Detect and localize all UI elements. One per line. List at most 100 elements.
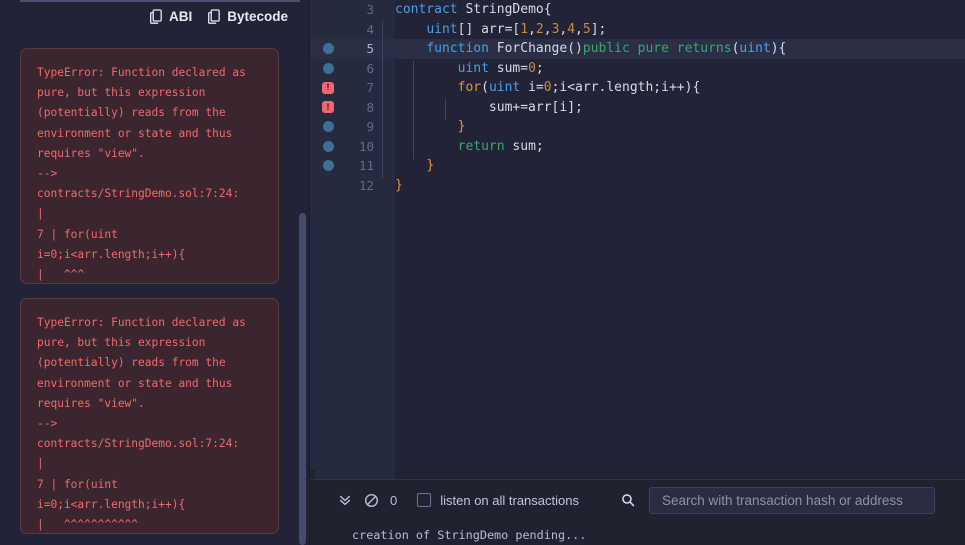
- copy-bytecode-button[interactable]: Bytecode: [208, 9, 288, 24]
- code-line[interactable]: 4 uint[] arr=[1,2,3,4,5];: [310, 20, 965, 42]
- code-token: []: [457, 21, 482, 37]
- code-token: ];: [590, 21, 607, 37]
- code-token: ,: [575, 21, 583, 37]
- compile-error-text: TypeError: Function declared as pure, bu…: [37, 66, 246, 282]
- code-token: return: [457, 138, 505, 154]
- code-line[interactable]: 12}: [310, 176, 965, 196]
- code-line[interactable]: 10 return sum;: [310, 137, 965, 159]
- code-token: 4: [567, 21, 576, 37]
- breakpoint-dot-icon: [322, 140, 334, 152]
- line-marker-empty: [315, 20, 341, 40]
- breakpoint-dot-icon: [322, 121, 334, 133]
- breakpoint-dot-icon[interactable]: [315, 137, 341, 157]
- code-token: sum+=arr[i];: [488, 99, 583, 115]
- code-token: }: [395, 177, 403, 193]
- line-marker-empty: [315, 0, 341, 20]
- code-line[interactable]: ! 7 for(uint i=0;i<arr.length;i++){: [310, 78, 965, 101]
- breakpoint-dot-icon[interactable]: [315, 156, 341, 176]
- code-token: sum;: [504, 138, 544, 154]
- code-token: 0: [528, 60, 536, 76]
- code-token: uint: [739, 41, 771, 57]
- terminal-panel: 0 listen on all transactions creation of…: [310, 470, 965, 545]
- error-marker-icon[interactable]: !: [315, 98, 341, 118]
- search-icon[interactable]: [615, 487, 641, 513]
- line-content: uint[] arr=[1,2,3,4,5];: [382, 20, 965, 42]
- panel-top-divider: [20, 0, 300, 2]
- code-editor[interactable]: 3 contract StringDemo{4 uint[] arr=[1,2,3…: [310, 0, 965, 470]
- line-content: sum+=arr[i];: [382, 98, 965, 120]
- code-line[interactable]: 6 uint sum=0;: [310, 59, 965, 81]
- code-token: 2: [535, 21, 544, 37]
- pending-count: 0: [390, 492, 398, 508]
- editor-lines: 3 contract StringDemo{4 uint[] arr=[1,2,3…: [310, 0, 965, 195]
- code-token: ;: [535, 60, 544, 76]
- breakpoint-dot-icon: [322, 43, 334, 55]
- code-token: {: [543, 2, 552, 18]
- remix-ide-window: ABI Bytecode TypeError: Function declare…: [0, 0, 965, 545]
- breakpoint-dot-icon: [322, 62, 334, 74]
- code-token: ;i<arr.length;i++){: [551, 80, 701, 96]
- listen-label: listen on all transactions: [440, 492, 579, 508]
- gutter-continuation: [315, 470, 395, 479]
- breakpoint-dot-icon[interactable]: [315, 117, 341, 137]
- code-token: ,: [528, 21, 536, 37]
- error-marker-icon[interactable]: !: [315, 78, 341, 98]
- code-line[interactable]: ! 8 sum+=arr[i];: [310, 98, 965, 120]
- terminal-toolbar: 0 listen on all transactions: [310, 480, 965, 520]
- line-content: for(uint i=0;i<arr.length;i++){: [382, 79, 965, 101]
- code-token: function: [426, 41, 489, 57]
- line-content: uint sum=0;: [382, 59, 965, 81]
- copy-icon: [208, 9, 222, 24]
- code-token: (: [481, 80, 489, 96]
- code-token: 1: [520, 21, 529, 37]
- compile-error-text: TypeError: Function declared as pure, bu…: [37, 316, 246, 532]
- error-marker-icon: !: [322, 81, 334, 94]
- line-content: }: [382, 157, 965, 179]
- code-token: uint: [426, 21, 458, 37]
- code-token: contract: [395, 2, 458, 18]
- compile-error-card[interactable]: TypeError: Function declared as pure, bu…: [20, 48, 279, 284]
- listen-checkbox[interactable]: [417, 493, 432, 507]
- chevron-double-down-icon[interactable]: [332, 487, 358, 513]
- artifact-actions: ABI Bytecode: [0, 9, 288, 24]
- line-marker-empty: [315, 176, 341, 196]
- copy-abi-label: ABI: [168, 8, 193, 24]
- ban-icon[interactable]: [358, 487, 384, 513]
- code-line[interactable]: 11 }: [310, 156, 965, 179]
- terminal-log-line: creation of StringDemo pending...: [352, 528, 587, 542]
- copy-abi-button[interactable]: ABI: [150, 9, 192, 24]
- code-token: ){: [770, 41, 787, 57]
- code-line[interactable]: 9 }: [310, 117, 965, 140]
- breakpoint-dot-icon[interactable]: [315, 39, 341, 59]
- panel-scrollbar[interactable]: [299, 213, 306, 545]
- code-token: ,: [543, 21, 552, 37]
- code-token: arr=[: [481, 21, 521, 37]
- code-line[interactable]: 5 function ForChange()public pure return…: [310, 39, 965, 62]
- compile-results-panel: ABI Bytecode TypeError: Function declare…: [0, 0, 310, 545]
- terminal-log: creation of StringDemo pending...: [310, 522, 965, 545]
- code-token: uint: [488, 80, 521, 96]
- code-line[interactable]: 3 contract StringDemo{: [310, 0, 965, 20]
- line-content: contract StringDemo{: [382, 2, 965, 17]
- code-token: pure: [637, 41, 669, 57]
- code-token: i=: [520, 80, 544, 96]
- code-token: for: [457, 80, 482, 96]
- listen-all-transactions-toggle[interactable]: listen on all transactions: [417, 493, 579, 508]
- code-token: ForChange(): [488, 41, 583, 57]
- compile-error-card[interactable]: TypeError: Function declared as pure, bu…: [20, 298, 279, 534]
- breakpoint-dot-icon[interactable]: [315, 59, 341, 79]
- copy-icon: [150, 9, 164, 24]
- transaction-search-input[interactable]: [648, 486, 935, 514]
- code-token: public: [582, 41, 630, 57]
- code-token: }: [426, 158, 435, 174]
